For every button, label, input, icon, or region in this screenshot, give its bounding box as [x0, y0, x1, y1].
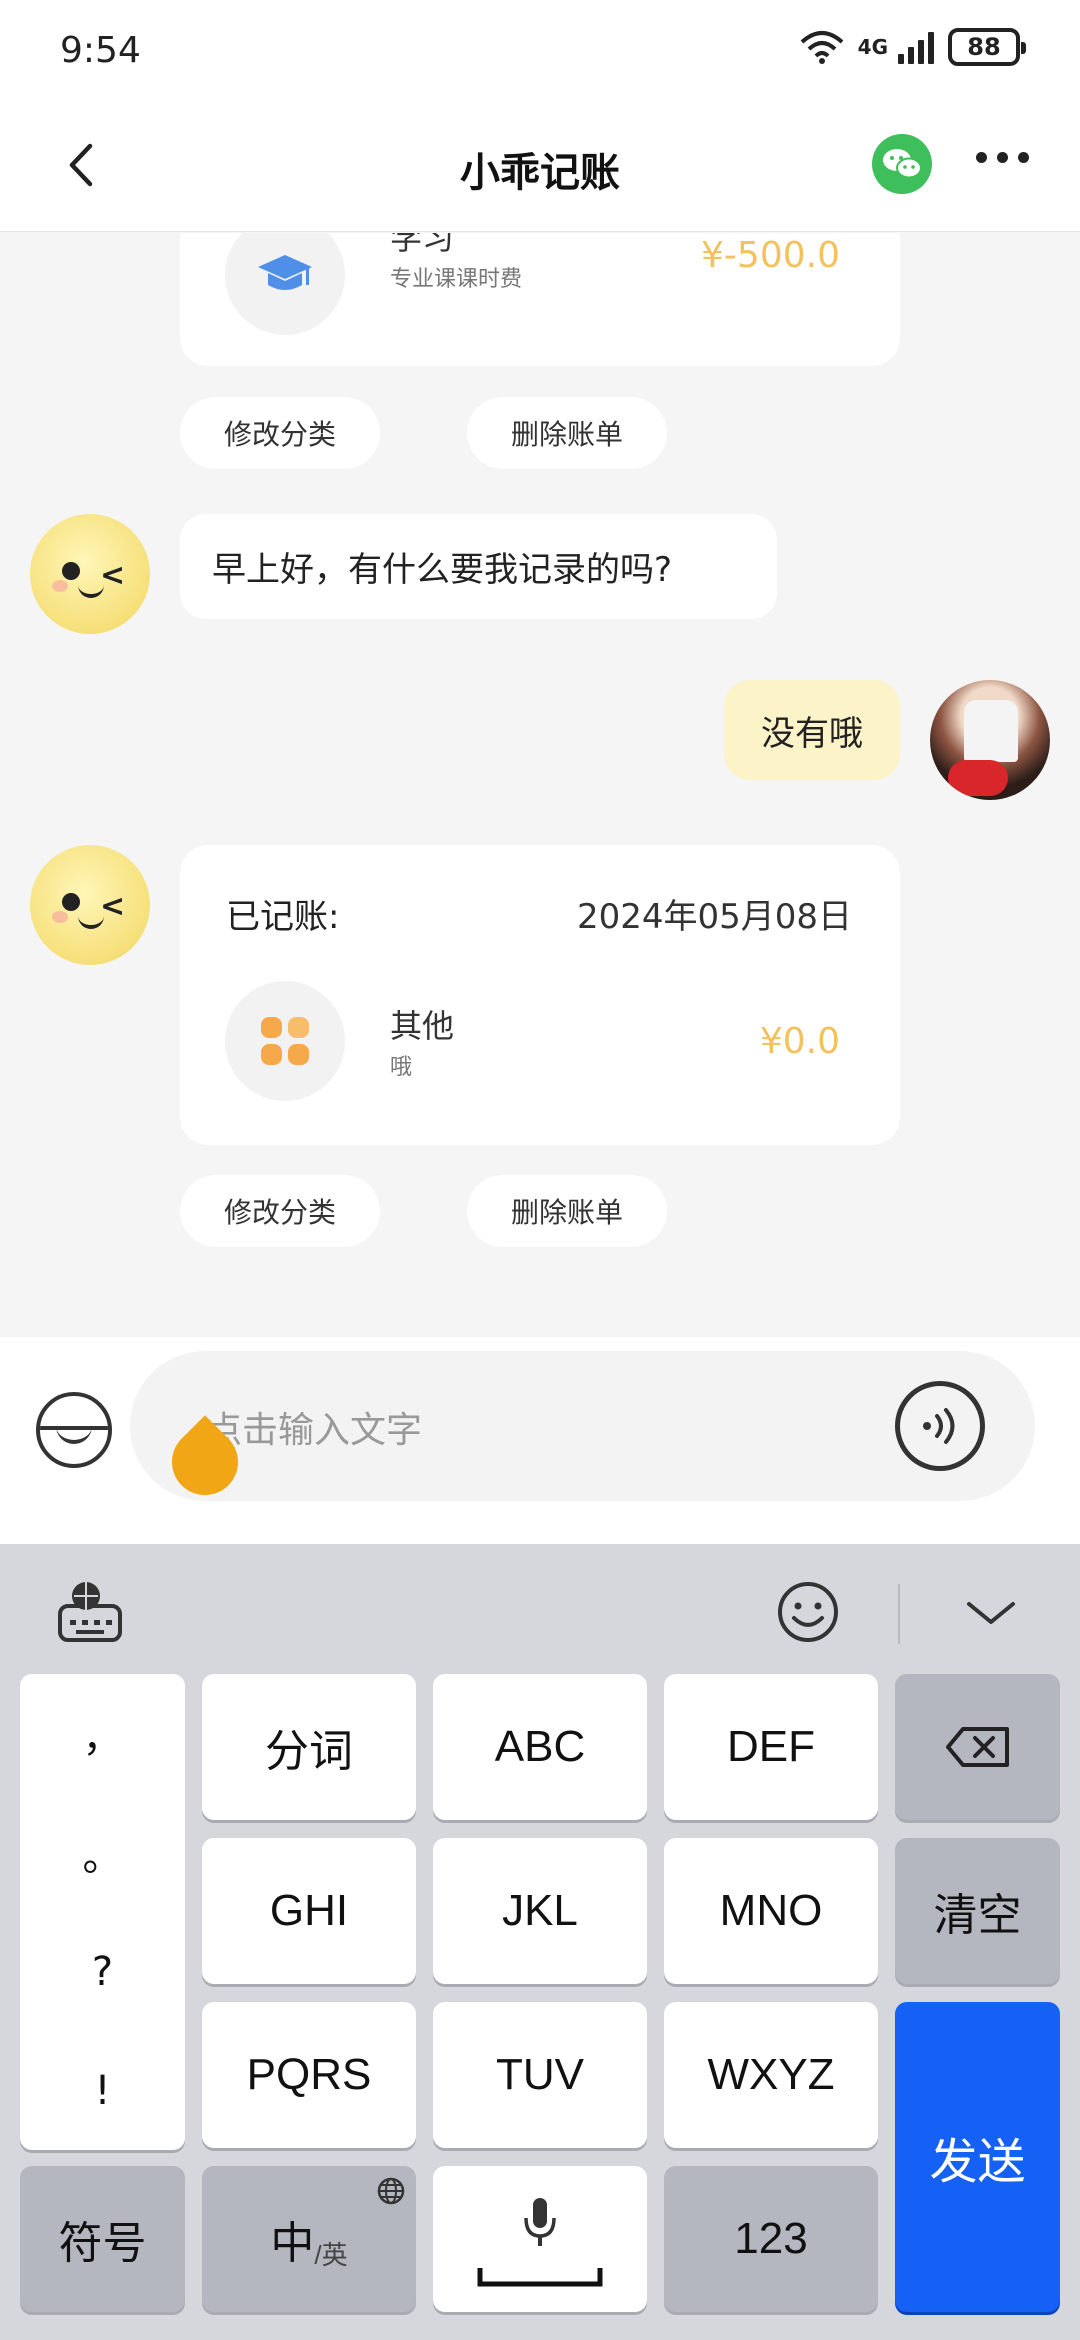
- network-type: 4G: [857, 35, 888, 59]
- clear-key[interactable]: 清空: [895, 1838, 1060, 1984]
- category-icon-circle: [225, 233, 345, 335]
- signal-icon: [898, 30, 934, 64]
- key-mno[interactable]: MNO: [664, 1838, 878, 1984]
- bot-message-bubble: 早上好，有什么要我记录的吗?: [180, 514, 777, 619]
- user-message-bubble: 没有哦: [724, 680, 900, 780]
- bot-avatar: <: [30, 845, 150, 965]
- punct-key-period[interactable]: 。: [20, 1793, 185, 1912]
- input-placeholder: 点击输入文字: [206, 1410, 423, 1451]
- keyboard-globe-icon[interactable]: [56, 1578, 124, 1644]
- category-icon-circle: [225, 981, 345, 1101]
- status-icons: 4G 88: [800, 28, 1026, 66]
- record-card-study: 学习 专业课课时费 ¥-500.0: [180, 233, 900, 366]
- key-pqrs[interactable]: PQRS: [202, 2002, 416, 2148]
- wallet-icon[interactable]: [36, 1392, 112, 1468]
- battery-icon: 88: [948, 28, 1026, 66]
- key-jkl[interactable]: JKL: [433, 1838, 647, 1984]
- numbers-key[interactable]: 123: [664, 2166, 878, 2312]
- category-note: 专业课课时费: [390, 267, 523, 292]
- grid-apps-icon: [261, 1017, 309, 1065]
- delete-bill-button[interactable]: 删除账单: [467, 397, 667, 469]
- punctuation-column: ， 。 ? !: [20, 1674, 185, 2150]
- toolbar-divider: [898, 1584, 900, 1644]
- key-abc[interactable]: ABC: [433, 1674, 647, 1820]
- wechat-icon[interactable]: [872, 134, 932, 194]
- keyboard-toolbar: [0, 1544, 1080, 1674]
- input-bar: 点击输入文字: [0, 1337, 1080, 1544]
- voice-input-icon[interactable]: [895, 1381, 985, 1471]
- record-heading: 已记账:: [226, 897, 340, 937]
- key-wxyz[interactable]: WXYZ: [664, 2002, 878, 2148]
- backspace-icon: [945, 1727, 1009, 1767]
- punct-key-question[interactable]: ?: [20, 1912, 185, 2031]
- punct-key-comma[interactable]: ，: [20, 1674, 185, 1793]
- collapse-keyboard-icon[interactable]: [966, 1600, 1016, 1626]
- category-note: 哦: [390, 1055, 413, 1080]
- wifi-icon: [800, 31, 843, 64]
- bot-message-text: 早上好，有什么要我记录的吗?: [212, 550, 673, 590]
- key-fenci[interactable]: 分词: [202, 1674, 416, 1820]
- language-switch-key[interactable]: 中 /英: [202, 2166, 416, 2312]
- chinese-label: 中: [270, 2219, 315, 2268]
- chat-area: 学习 专业课课时费 ¥-500.0 修改分类 删除账单 < 早上好，有什么要我记…: [0, 233, 1080, 1333]
- record-date: 2024年05月08日: [576, 897, 852, 937]
- modify-category-button[interactable]: 修改分类: [180, 1175, 380, 1247]
- globe-icon: [377, 2177, 405, 2205]
- delete-bill-button[interactable]: 删除账单: [467, 1175, 667, 1247]
- emoji-icon[interactable]: [776, 1580, 840, 1644]
- space-key[interactable]: [433, 2166, 647, 2312]
- space-bar-icon: [477, 2268, 603, 2287]
- punct-key-exclaim[interactable]: !: [20, 2031, 185, 2150]
- record-amount: ¥-500.0: [701, 235, 840, 276]
- battery-level: 88: [967, 33, 1001, 61]
- status-time: 9:54: [60, 30, 141, 71]
- key-ghi[interactable]: GHI: [202, 1838, 416, 1984]
- status-bar: 9:54 4G 88: [0, 0, 1080, 100]
- backspace-key[interactable]: [895, 1674, 1060, 1820]
- bot-avatar: <: [30, 514, 150, 634]
- graduation-cap-icon: [258, 255, 312, 290]
- ime-keyboard: ， 。 ? ! 分词 ABC DEF GHI JKL MNO 清空 PQRS T…: [0, 1544, 1080, 2340]
- symbols-key[interactable]: 符号: [20, 2166, 185, 2312]
- user-avatar: [930, 680, 1050, 800]
- more-options-icon[interactable]: [976, 152, 1029, 163]
- category-name: 其他: [390, 1007, 455, 1045]
- record-amount: ¥0.0: [759, 1021, 840, 1062]
- message-input[interactable]: 点击输入文字: [130, 1351, 1035, 1501]
- key-tuv[interactable]: TUV: [433, 2002, 647, 2148]
- microphone-icon: [524, 2198, 556, 2246]
- record-card-other: 已记账: 2024年05月08日 其他 哦 ¥0.0: [180, 845, 900, 1145]
- app-header: 小乖记账: [0, 100, 1080, 232]
- english-label: /英: [314, 2240, 348, 2270]
- modify-category-button[interactable]: 修改分类: [180, 397, 380, 469]
- key-def[interactable]: DEF: [664, 1674, 878, 1820]
- send-key[interactable]: 发送: [895, 2002, 1060, 2312]
- category-name: 学习: [390, 233, 455, 257]
- user-message-text: 没有哦: [761, 713, 863, 754]
